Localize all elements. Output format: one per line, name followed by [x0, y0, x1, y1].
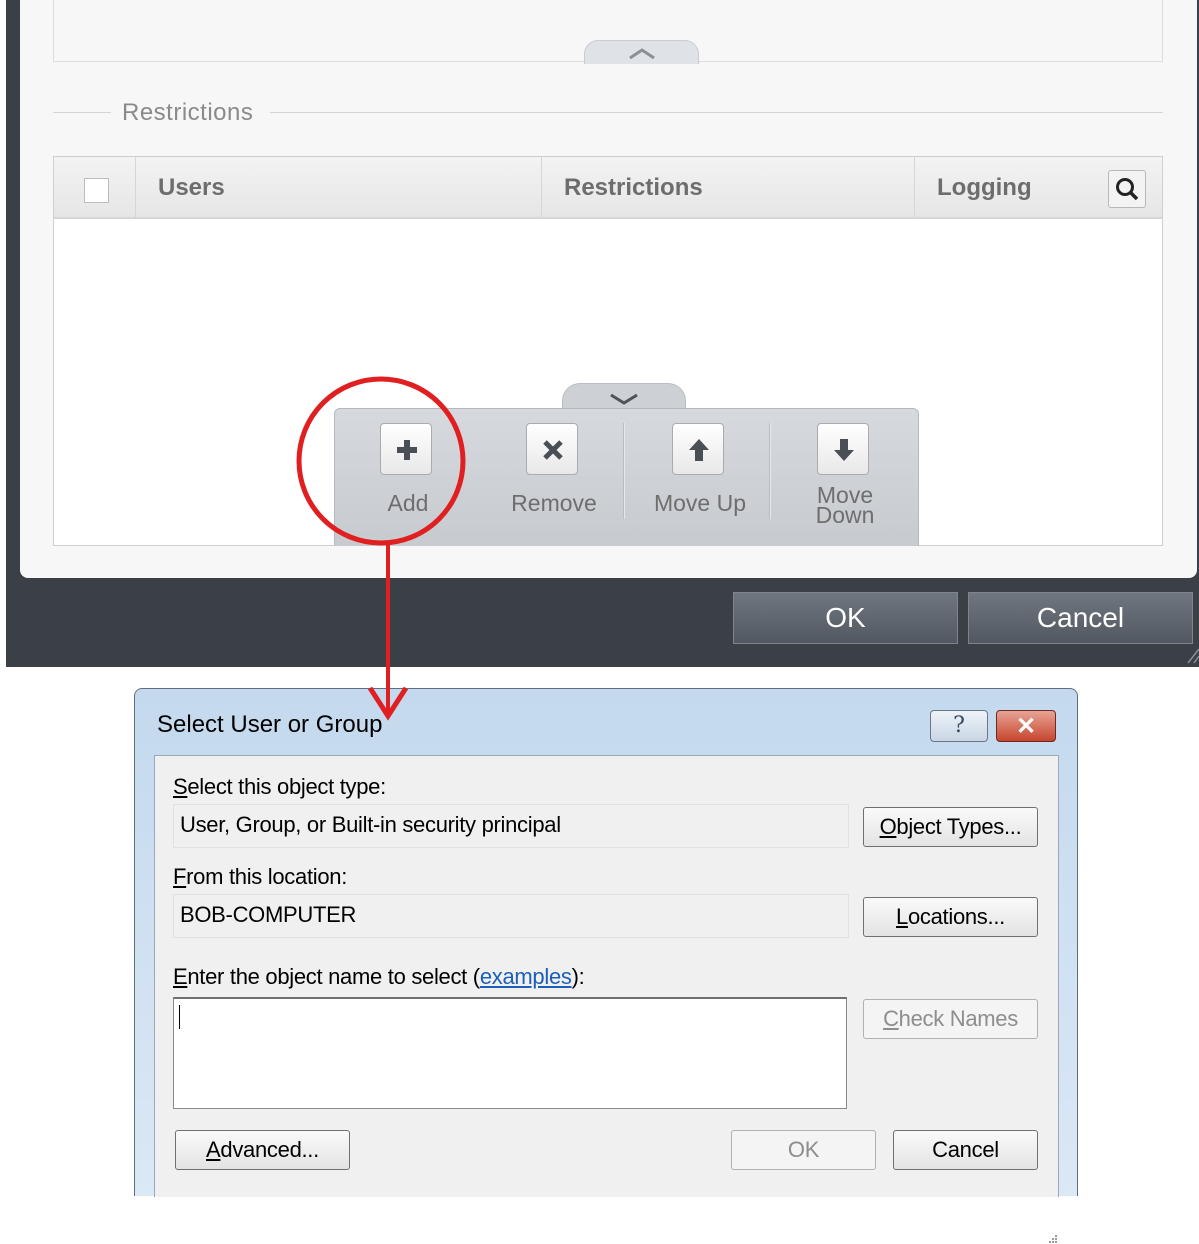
section-title: Restrictions: [122, 99, 254, 126]
object-type-label: Select this object type:: [173, 774, 386, 799]
resize-grip-icon[interactable]: [1186, 645, 1199, 665]
chevron-down-icon: [610, 393, 638, 405]
firewall-settings-window: Restrictions Users Restrictions Logging: [6, 0, 1199, 667]
locations-button[interactable]: Locations...: [863, 897, 1038, 937]
dialog-body: Select this object type: User, Group, or…: [154, 755, 1059, 1243]
move-down-button[interactable]: Move Down: [772, 409, 918, 547]
select-all-checkbox[interactable]: [84, 178, 109, 203]
move-up-button[interactable]: Move Up: [627, 409, 773, 547]
remove-button-label: Remove: [511, 490, 597, 516]
remove-button-frame: [526, 423, 578, 475]
cancel-button[interactable]: Cancel: [968, 592, 1193, 644]
collapse-tab[interactable]: [584, 40, 699, 64]
chevron-up-icon: [629, 48, 655, 60]
resize-grip-icon[interactable]: [1048, 1234, 1058, 1244]
toolbar-divider: [623, 423, 625, 519]
x-icon: [543, 440, 563, 460]
section-divider: [270, 112, 1163, 113]
move-down-button-frame: [817, 423, 869, 475]
check-names-button[interactable]: Check Names: [863, 999, 1038, 1039]
dialog-ok-button[interactable]: OK: [731, 1130, 876, 1170]
toolbar-divider: [769, 423, 771, 519]
section-divider: [53, 112, 111, 113]
table-toolbar: Add Remove Move Up Move Down: [334, 408, 919, 546]
move-up-button-frame: [672, 423, 724, 475]
ok-button[interactable]: OK: [733, 592, 958, 644]
move-up-button-label: Move Up: [653, 490, 747, 516]
dialog-title: Select User or Group: [157, 711, 383, 738]
object-type-field: User, Group, or Built-in security princi…: [173, 804, 849, 848]
select-user-dialog: Select User or Group ? ✕ Select this obj…: [134, 688, 1078, 1243]
search-icon: [1116, 178, 1139, 201]
upper-panel: [53, 0, 1163, 64]
close-button[interactable]: ✕: [996, 710, 1056, 742]
location-label: From this location:: [173, 864, 348, 889]
object-name-label: Enter the object name to select (example…: [173, 964, 585, 989]
table-header: Users Restrictions Logging: [54, 157, 1162, 219]
move-down-label-line2: Down: [815, 502, 875, 528]
dialog-cancel-button[interactable]: Cancel: [893, 1130, 1038, 1170]
add-button-frame: [380, 423, 432, 475]
help-button[interactable]: ?: [930, 710, 988, 742]
examples-link[interactable]: examples: [480, 964, 572, 989]
table-search-button[interactable]: [1108, 170, 1146, 208]
select-all-cell: [54, 157, 136, 217]
arrow-down-icon: [834, 439, 854, 461]
settings-content: Restrictions Users Restrictions Logging: [20, 0, 1197, 578]
move-down-button-label: Move Down: [772, 484, 918, 528]
add-button-label: Add: [387, 490, 429, 516]
remove-button[interactable]: Remove: [481, 409, 627, 547]
column-header-restrictions[interactable]: Restrictions: [542, 157, 915, 217]
object-name-input[interactable]: [173, 997, 847, 1109]
arrow-up-icon: [689, 439, 709, 461]
location-field: BOB-COMPUTER: [173, 894, 849, 938]
text-caret: [179, 1005, 180, 1029]
column-header-users[interactable]: Users: [136, 157, 542, 217]
object-types-button[interactable]: Object Types...: [863, 807, 1038, 847]
advanced-button[interactable]: Advanced...: [175, 1130, 350, 1170]
plus-icon: [397, 440, 417, 460]
add-button[interactable]: Add: [335, 409, 481, 547]
close-icon: ✕: [1015, 713, 1037, 740]
help-icon: ?: [953, 713, 965, 738]
